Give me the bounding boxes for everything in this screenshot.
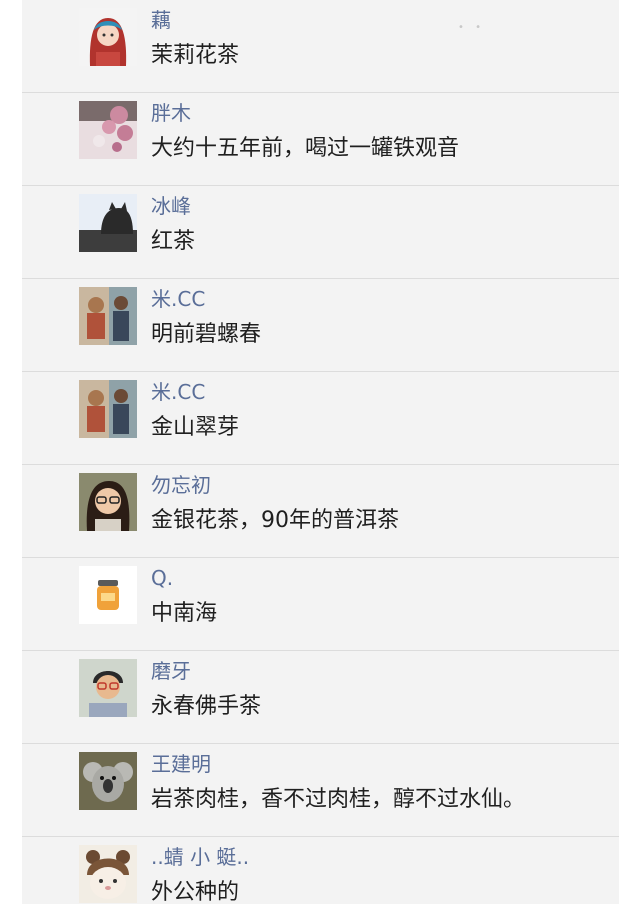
children-photo-avatar[interactable] bbox=[79, 287, 137, 345]
page: 藕 茉莉花茶 • • 胖木 大约十五年前，喝过一罐铁观音 冰峰 红茶 米.CC … bbox=[0, 0, 640, 904]
comment-text: 明前碧螺春 bbox=[151, 322, 262, 347]
children-photo-avatar[interactable] bbox=[79, 380, 137, 438]
commenter-name[interactable]: 冰峰 bbox=[151, 194, 191, 218]
comment-item[interactable]: ..蜻 小 蜓.. 外公种的 bbox=[22, 837, 619, 904]
cat-silhouette-avatar[interactable] bbox=[79, 194, 137, 252]
comment-item[interactable]: 王建明 岩茶肉桂，香不过肉桂，醇不过水仙。 bbox=[22, 744, 619, 837]
cartoon-girl-avatar[interactable] bbox=[79, 8, 137, 66]
comment-text: 金山翠芽 bbox=[151, 415, 240, 440]
comment-text: 外公种的 bbox=[151, 880, 240, 904]
pink-blossom-avatar[interactable] bbox=[79, 101, 137, 159]
commenter-name[interactable]: 胖木 bbox=[151, 101, 191, 125]
comment-text: 茉莉花茶 bbox=[151, 43, 240, 68]
commenter-name[interactable]: 米.CC bbox=[151, 380, 205, 404]
comment-item[interactable]: 藕 茉莉花茶 • • bbox=[22, 0, 619, 93]
commenter-name[interactable]: 藕 bbox=[151, 8, 171, 32]
commenter-name[interactable]: 王建明 bbox=[151, 752, 211, 776]
commenter-name[interactable]: 勿忘初 bbox=[151, 473, 211, 497]
comment-text: 大约十五年前，喝过一罐铁观音 bbox=[151, 136, 460, 161]
jar-icon-avatar[interactable] bbox=[79, 566, 137, 624]
comment-list[interactable]: 藕 茉莉花茶 • • 胖木 大约十五年前，喝过一罐铁观音 冰峰 红茶 米.CC … bbox=[22, 0, 619, 904]
woman-glasses-avatar[interactable] bbox=[79, 473, 137, 531]
comment-text: 中南海 bbox=[151, 601, 218, 626]
comment-item[interactable]: 胖木 大约十五年前，喝过一罐铁观音 bbox=[22, 93, 619, 186]
comment-item[interactable]: 米.CC 金山翠芽 bbox=[22, 372, 619, 465]
koala-avatar[interactable] bbox=[79, 752, 137, 810]
man-glasses-avatar[interactable] bbox=[79, 659, 137, 717]
commenter-name[interactable]: 磨牙 bbox=[151, 659, 191, 683]
comment-item[interactable]: 勿忘初 金银花茶，90年的普洱茶 bbox=[22, 465, 619, 558]
comment-text: 永春佛手茶 bbox=[151, 694, 262, 719]
commenter-name[interactable]: Q. bbox=[151, 566, 173, 590]
comment-item[interactable]: 米.CC 明前碧螺春 bbox=[22, 279, 619, 372]
bear-hat-avatar[interactable] bbox=[79, 845, 137, 903]
commenter-name[interactable]: 米.CC bbox=[151, 287, 205, 311]
comment-text: 红茶 bbox=[151, 229, 196, 254]
more-icon: • • bbox=[458, 22, 485, 33]
comment-item[interactable]: Q. 中南海 bbox=[22, 558, 619, 651]
comment-item[interactable]: 冰峰 红茶 bbox=[22, 186, 619, 279]
comment-text: 岩茶肉桂，香不过肉桂，醇不过水仙。 bbox=[151, 787, 526, 812]
comment-item[interactable]: 磨牙 永春佛手茶 bbox=[22, 651, 619, 744]
commenter-name[interactable]: ..蜻 小 蜓.. bbox=[151, 845, 249, 869]
comment-text: 金银花茶，90年的普洱茶 bbox=[151, 508, 399, 533]
